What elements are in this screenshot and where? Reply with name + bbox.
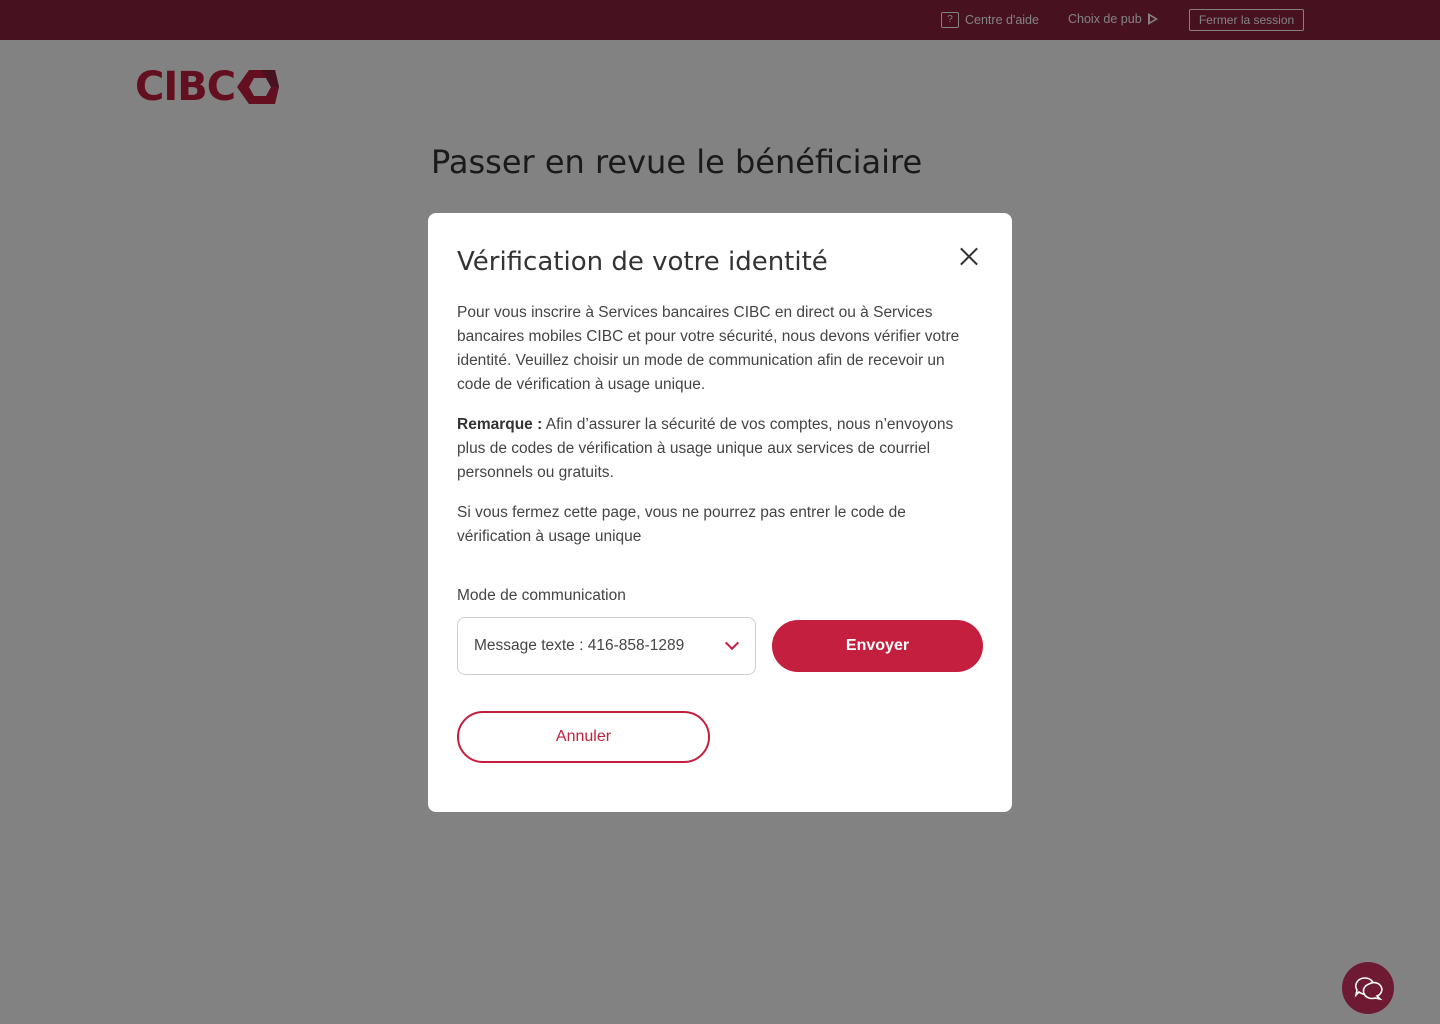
selected-option: Message texte : 416-858-1289: [474, 637, 685, 654]
close-icon[interactable]: [954, 241, 984, 271]
communication-mode-select[interactable]: Message texte : 416-858-1289: [457, 617, 756, 675]
send-button[interactable]: Envoyer: [772, 620, 983, 672]
intro-paragraph: Pour vous inscrire à Services bancaires …: [457, 304, 960, 393]
communication-mode-label: Mode de communication: [457, 587, 626, 604]
chat-button[interactable]: [1342, 962, 1394, 1014]
warning-paragraph: Si vous fermez cette page, vous ne pourr…: [457, 504, 906, 545]
modal-title: Vérification de votre identité: [457, 247, 828, 277]
cancel-button[interactable]: Annuler: [457, 711, 710, 763]
note-paragraph: Remarque : Afin d’assurer la sécurité de…: [457, 413, 977, 485]
chat-icon: [1354, 977, 1383, 1001]
chevron-down-icon: [724, 635, 740, 651]
identity-verification-dialog: Vérification de votre identité Pour vous…: [428, 213, 1012, 812]
note-label: Remarque :: [457, 416, 543, 433]
